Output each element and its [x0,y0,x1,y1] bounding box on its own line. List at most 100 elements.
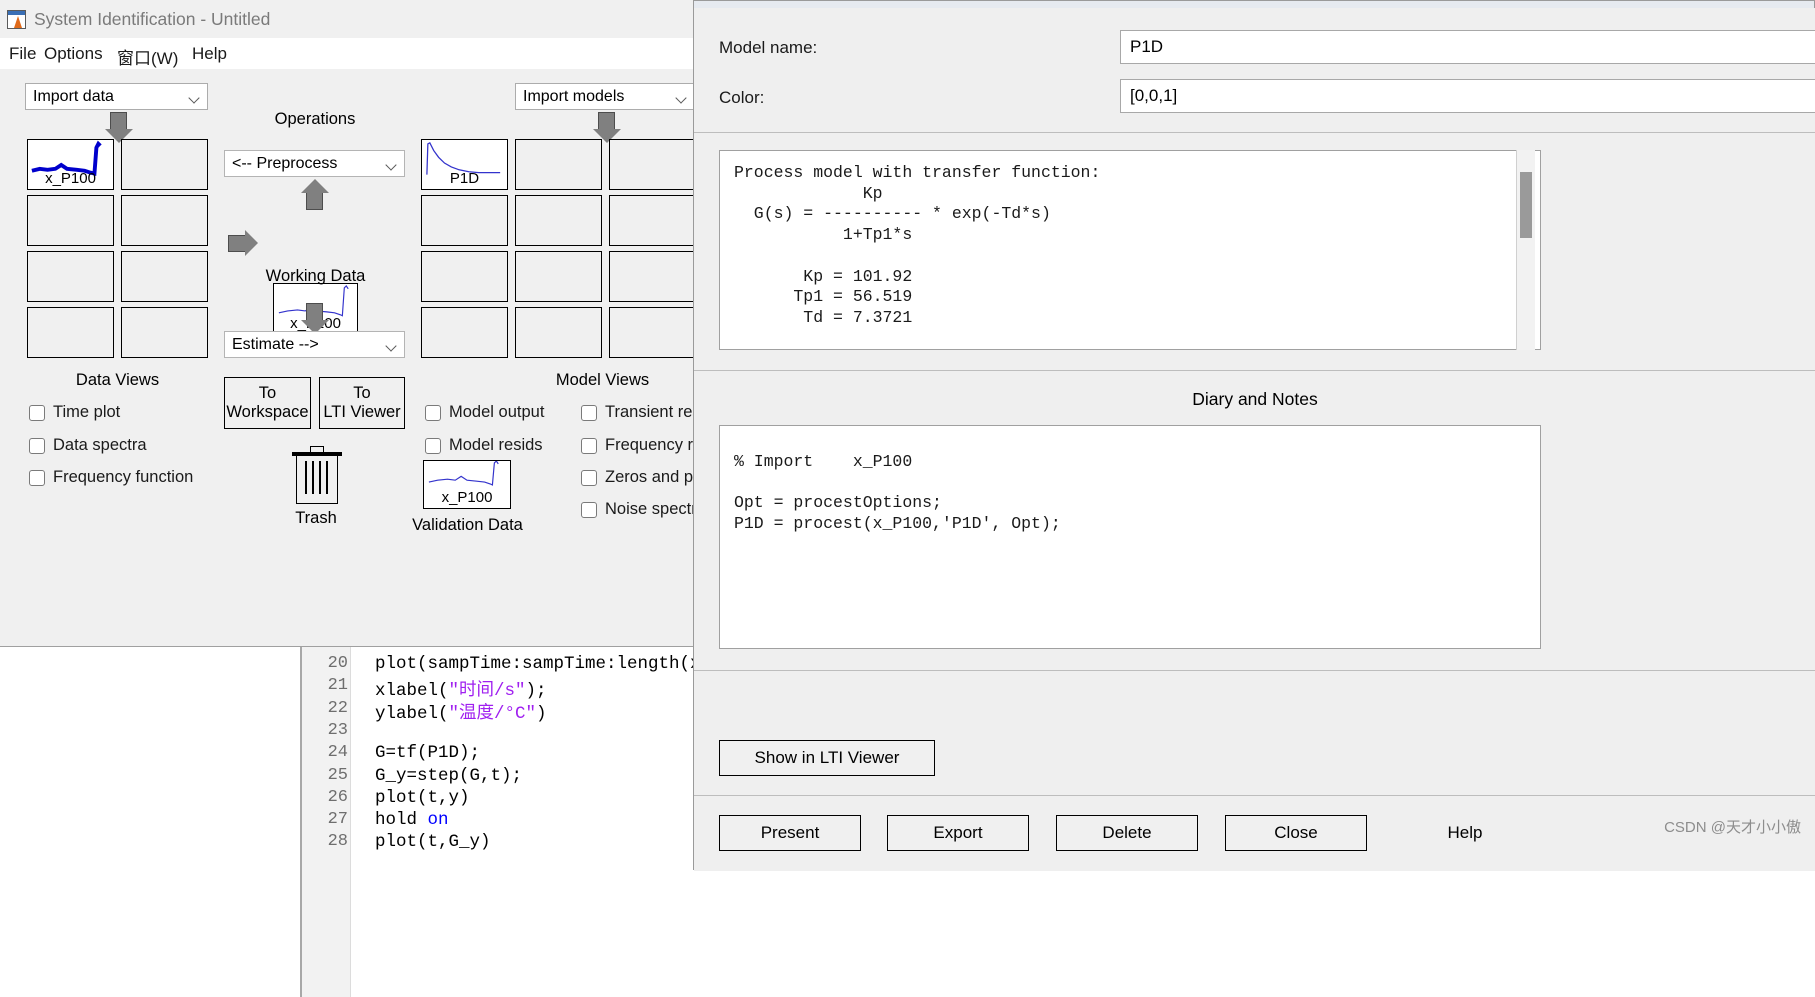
checkbox-frequency-function[interactable]: Frequency function [29,468,193,487]
checkbox-model-output[interactable]: Model output [425,403,544,422]
editor-code-line[interactable]: plot(t,y) [375,788,470,808]
model-slot-empty-7[interactable] [515,307,602,358]
checkbox-box[interactable] [29,438,45,454]
model-slot-empty-1b[interactable] [609,139,696,190]
editor-code-line[interactable]: plot(sampTime:sampTime:length(x_P [375,654,722,674]
estimate-dropdown[interactable]: Estimate --> [224,331,405,358]
data-slot-empty-5[interactable] [121,251,208,302]
to-lti-viewer-button[interactable]: To LTI Viewer [319,377,405,429]
data-slot-label: x_P100 [28,170,113,187]
import-data-dropdown[interactable]: Import data [25,83,208,110]
model-name-input[interactable]: P1D [1120,30,1815,64]
editor-code-line[interactable]: hold on [375,810,449,830]
diary-heading: Diary and Notes [694,389,1815,410]
editor-line-number: 22 [258,699,348,718]
present-button[interactable]: Present [719,815,861,851]
data-slot-empty-3[interactable] [121,195,208,246]
chevron-down-icon [387,342,396,351]
model-slot-p1d[interactable]: P1D [421,139,508,190]
checkbox-label: Frequency function [53,468,193,487]
editor-line-number: 24 [258,743,348,762]
model-text-scroll-thumb[interactable] [1520,172,1532,238]
working-data-caption: Working Data [248,267,383,286]
editor-code-line[interactable]: G_y=step(G,t); [375,766,522,786]
checkbox-box[interactable] [425,405,441,421]
editor-code-line[interactable]: xlabel("时间/s"); [375,676,547,701]
editor-line-number: 27 [258,810,348,829]
data-slot-x-p100[interactable]: x_P100 [27,139,114,190]
data-slot-empty-6[interactable] [27,307,114,358]
checkbox-model-resids[interactable]: Model resids [425,436,543,455]
show-in-lti-viewer-button[interactable]: Show in LTI Viewer [719,740,935,776]
to-workspace-button[interactable]: To Workspace [224,377,311,429]
checkbox-transient-resp[interactable]: Transient resp [581,403,710,422]
checkbox-time-plot[interactable]: Time plot [29,403,120,422]
model-slot-empty-5b[interactable] [609,251,696,302]
import-models-dropdown[interactable]: Import models [515,83,695,110]
chevron-down-icon [190,94,199,103]
data-slot-empty-1[interactable] [121,139,208,190]
editor-line-number: 23 [258,721,348,740]
model-slot-empty-3[interactable] [515,195,602,246]
delete-button[interactable]: Delete [1056,815,1198,851]
editor-code-line[interactable]: plot(t,G_y) [375,832,491,852]
data-slot-empty-4[interactable] [27,251,114,302]
checkbox-label: Model output [449,403,544,422]
chevron-down-icon [387,161,396,170]
checkbox-box[interactable] [581,438,597,454]
model-slot-empty-1[interactable] [515,139,602,190]
system-identification-window: System Identification - Untitled File Op… [0,0,761,647]
model-slot-empty-2[interactable] [421,195,508,246]
watermark: CSDN @天才小小傲 [1664,816,1801,837]
model-info-dialog: Model name: P1D Color: [0,0,1] Process m… [693,0,1815,870]
matlab-icon [7,10,26,29]
validation-data-name: x_P100 [424,489,510,506]
editor-line-number: 21 [258,676,348,695]
model-views-label: Model Views [500,371,705,390]
checkbox-box[interactable] [29,405,45,421]
menu-help[interactable]: Help [188,43,231,65]
menu-file[interactable]: File [5,43,40,65]
color-input[interactable]: [0,0,1] [1120,79,1815,113]
checkbox-data-spectra[interactable]: Data spectra [29,436,147,455]
model-slot-empty-7b[interactable] [609,307,696,358]
checkbox-box[interactable] [29,470,45,486]
model-slot-empty-3b[interactable] [609,195,696,246]
si-body: Import data Import models Operations [0,69,760,646]
help-button[interactable]: Help [1394,815,1536,851]
diary-notes-text: % Import x_P100 Opt = procestOptions; P1… [734,452,1061,535]
checkbox-box[interactable] [581,502,597,518]
checkbox-box[interactable] [425,438,441,454]
operations-label: Operations [240,110,390,129]
model-slot-label: P1D [422,170,507,187]
editor-code-line[interactable]: ylabel("温度/°C") [375,699,547,724]
model-slot-empty-6[interactable] [421,307,508,358]
model-slot-empty-5[interactable] [515,251,602,302]
data-slot-empty-7[interactable] [121,307,208,358]
editor-line-number: 20 [258,654,348,673]
menu-window[interactable]: 窗口(W) [113,43,182,70]
model-description-text: Process model with transfer function: Kp… [734,163,1100,329]
dialog-lti-section: Show in LTI Viewer [694,670,1815,795]
si-titlebar: System Identification - Untitled [0,0,760,39]
checkbox-box[interactable] [581,470,597,486]
color-value: [0,0,1] [1130,86,1177,106]
estimate-label: Estimate --> [232,336,319,354]
dialog-fields-section: Model name: P1D Color: [0,0,1] [694,8,1815,132]
export-button[interactable]: Export [887,815,1029,851]
diary-notes-box[interactable]: % Import x_P100 Opt = procestOptions; P1… [719,425,1541,649]
validation-data-box[interactable]: x_P100 [423,460,511,509]
model-description-box[interactable]: Process model with transfer function: Kp… [719,150,1541,350]
model-name-value: P1D [1130,37,1163,57]
close-button[interactable]: Close [1225,815,1367,851]
dialog-button-bar: Present Export Delete Close Help [694,795,1815,871]
preprocess-label: <-- Preprocess [232,155,337,173]
preprocess-dropdown[interactable]: <-- Preprocess [224,150,405,177]
checkbox-box[interactable] [581,405,597,421]
model-text-scrollbar[interactable] [1516,150,1535,350]
data-slot-empty-2[interactable] [27,195,114,246]
menu-options[interactable]: Options [40,43,107,65]
screenshot-root: 20 plot(sampTime:sampTime:length(x_P 21 xla… [0,0,1815,997]
model-slot-empty-4[interactable] [421,251,508,302]
editor-code-line[interactable]: G=tf(P1D); [375,743,480,763]
